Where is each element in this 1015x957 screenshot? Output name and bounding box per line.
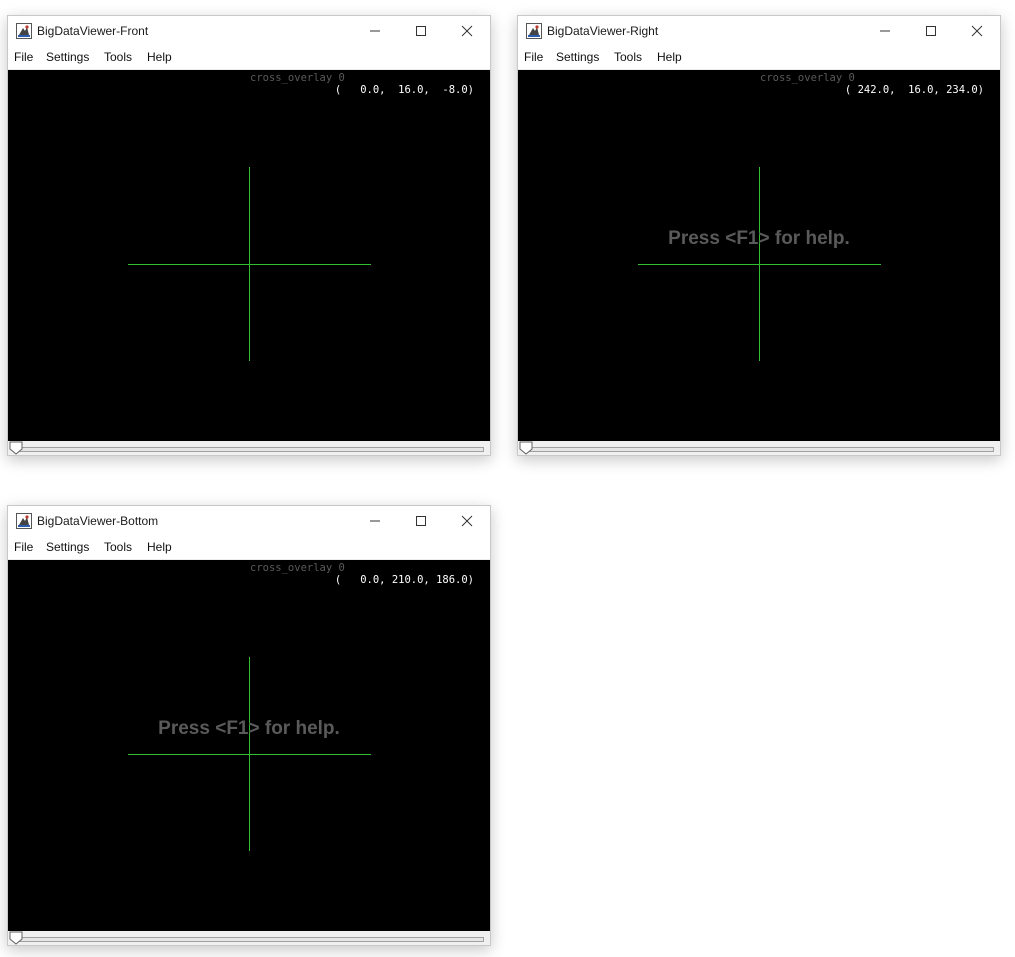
coordinate-readout: ( 0.0, 16.0, -8.0): [334, 84, 474, 96]
overlay-name: cross_overlay 0: [250, 562, 345, 574]
java-cup-icon[interactable]: [16, 513, 32, 529]
window-title: BigDataViewer-Front: [37, 24, 149, 38]
close-button[interactable]: [954, 16, 1000, 46]
menu-settings[interactable]: Settings: [556, 50, 599, 64]
menu-file[interactable]: File: [14, 50, 33, 64]
slider-thumb-icon[interactable]: [9, 931, 23, 945]
help-hint: Press <F1> for help.: [158, 718, 340, 739]
java-cup-icon[interactable]: [16, 23, 32, 39]
slider-thumb-icon[interactable]: [519, 441, 533, 455]
time-slider[interactable]: [518, 441, 1000, 455]
title-bar[interactable]: BigDataViewer-Right: [518, 16, 1000, 46]
menu-settings[interactable]: Settings: [46, 50, 89, 64]
maximize-button[interactable]: [398, 506, 444, 536]
time-slider[interactable]: [8, 931, 490, 945]
window-title: BigDataViewer-Right: [547, 24, 659, 38]
title-bar[interactable]: BigDataViewer-Front: [8, 16, 490, 46]
menu-file[interactable]: File: [524, 50, 543, 64]
coordinate-readout: ( 242.0, 16.0, 234.0): [844, 84, 984, 96]
menu-tools[interactable]: Tools: [614, 50, 642, 64]
window-front: BigDataViewer-Front File Settings Tools …: [7, 15, 491, 456]
window-right: BigDataViewer-Right File Settings Tools …: [517, 15, 1001, 456]
maximize-button[interactable]: [398, 16, 444, 46]
window-title: BigDataViewer-Bottom: [37, 514, 159, 528]
title-bar[interactable]: BigDataViewer-Bottom: [8, 506, 490, 536]
menu-file[interactable]: File: [14, 540, 33, 554]
close-button[interactable]: [444, 16, 490, 46]
minimize-icon: [370, 30, 380, 32]
window-bottom: BigDataViewer-Bottom File Settings Tools…: [7, 505, 491, 946]
time-slider[interactable]: [8, 441, 490, 455]
menu-bar: File Settings Tools Help: [8, 536, 490, 560]
menu-settings[interactable]: Settings: [46, 540, 89, 554]
crosshair-horizontal: [128, 754, 371, 755]
menu-help[interactable]: Help: [147, 540, 172, 554]
close-icon: [971, 25, 983, 37]
viewer-canvas[interactable]: cross_overlay 0 ( 0.0, 210.0, 186.0) Pre…: [8, 560, 490, 931]
crosshair-horizontal: [638, 264, 881, 265]
minimize-button[interactable]: [352, 506, 398, 536]
crosshair-horizontal: [128, 264, 371, 265]
slider-track[interactable]: [524, 447, 994, 452]
close-icon: [461, 25, 473, 37]
menu-bar: File Settings Tools Help: [8, 46, 490, 70]
maximize-button[interactable]: [908, 16, 954, 46]
java-cup-icon[interactable]: [526, 23, 542, 39]
slider-track[interactable]: [14, 937, 484, 942]
viewer-canvas[interactable]: cross_overlay 0 ( 0.0, 16.0, -8.0): [8, 70, 490, 441]
menu-help[interactable]: Help: [657, 50, 682, 64]
slider-track[interactable]: [14, 447, 484, 452]
close-icon: [461, 515, 473, 527]
maximize-icon: [416, 516, 426, 526]
coordinate-readout: ( 0.0, 210.0, 186.0): [334, 574, 474, 586]
minimize-icon: [370, 520, 380, 522]
minimize-button[interactable]: [862, 16, 908, 46]
minimize-icon: [880, 30, 890, 32]
menu-help[interactable]: Help: [147, 50, 172, 64]
slider-thumb-icon[interactable]: [9, 441, 23, 455]
close-button[interactable]: [444, 506, 490, 536]
overlay-name: cross_overlay 0: [250, 72, 345, 84]
viewer-canvas[interactable]: cross_overlay 0 ( 242.0, 16.0, 234.0) Pr…: [518, 70, 1000, 441]
maximize-icon: [416, 26, 426, 36]
menu-bar: File Settings Tools Help: [518, 46, 1000, 70]
help-hint: Press <F1> for help.: [668, 228, 850, 249]
menu-tools[interactable]: Tools: [104, 50, 132, 64]
menu-tools[interactable]: Tools: [104, 540, 132, 554]
overlay-name: cross_overlay 0: [760, 72, 855, 84]
minimize-button[interactable]: [352, 16, 398, 46]
maximize-icon: [926, 26, 936, 36]
